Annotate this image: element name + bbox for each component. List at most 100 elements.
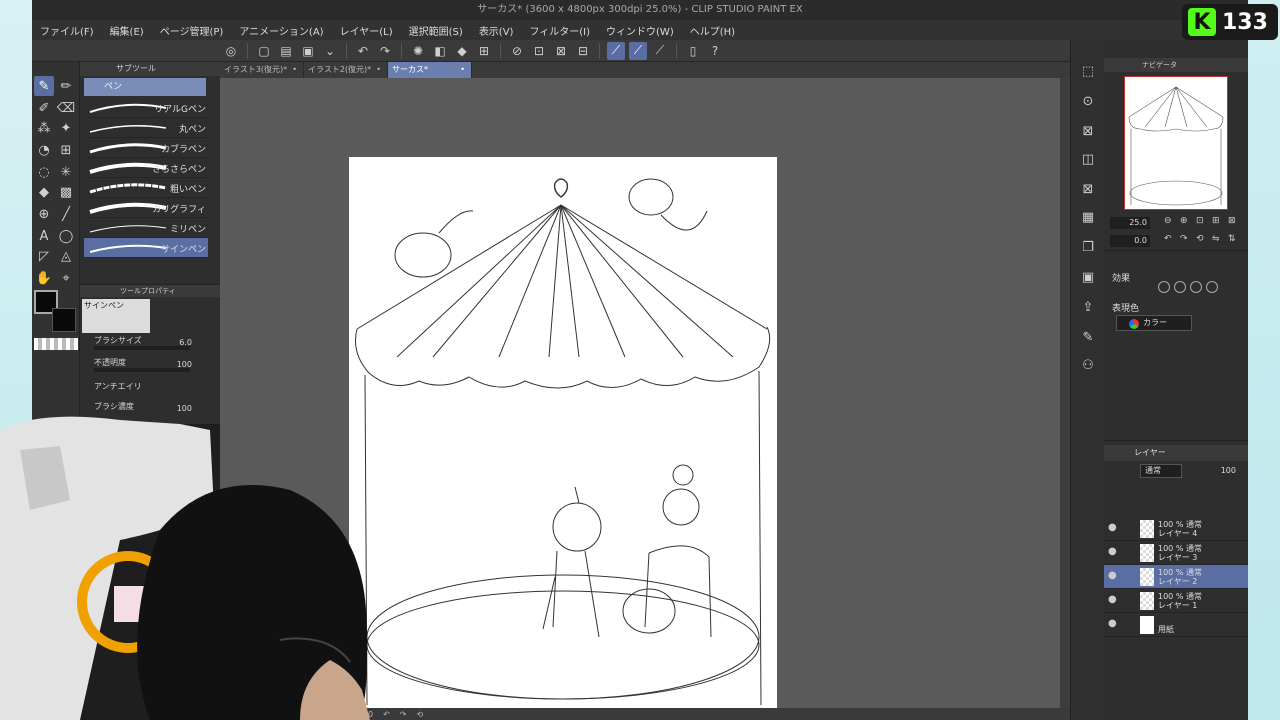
- zoom-out-icon[interactable]: ⊖: [1164, 216, 1176, 228]
- text-tool-icon[interactable]: A: [34, 226, 54, 246]
- magic-wand-icon[interactable]: ✳: [56, 162, 76, 182]
- tab-illust2[interactable]: イラスト2(復元)* •: [304, 62, 388, 78]
- menu-view[interactable]: 表示(V): [479, 23, 514, 38]
- deselect-icon[interactable]: ⊘: [508, 42, 526, 60]
- ruler-tool-icon[interactable]: ◬: [56, 246, 76, 266]
- pencil-tool-icon[interactable]: ✏: [56, 76, 76, 96]
- brush-item[interactable]: リアルGペン: [84, 98, 208, 118]
- rotate-left-icon[interactable]: ↶: [383, 710, 390, 719]
- brush-item[interactable]: カリグラフィ: [84, 198, 208, 218]
- camera-icon[interactable]: ◫: [1077, 148, 1099, 170]
- transparent-color-swatch[interactable]: [34, 338, 78, 350]
- subtool-group-pen[interactable]: ペン: [84, 78, 206, 96]
- person-icon[interactable]: ⚇: [1077, 354, 1099, 376]
- brush-size-row[interactable]: ブラシサイズ 6.0: [82, 333, 208, 353]
- close-panel-icon[interactable]: ⊠: [1077, 120, 1099, 142]
- clear-icon[interactable]: ✺: [409, 42, 427, 60]
- gradient-tool-icon[interactable]: ▩: [56, 182, 76, 202]
- brush-item[interactable]: 丸ペン: [84, 118, 208, 138]
- redo-icon[interactable]: ↷: [376, 42, 394, 60]
- actual-size-icon[interactable]: ⊞: [1212, 216, 1224, 228]
- close-icon[interactable]: •: [376, 62, 381, 78]
- export-icon[interactable]: ⇪: [1077, 296, 1099, 318]
- brush-item[interactable]: さらさらペン: [84, 158, 208, 178]
- brush-item-selected[interactable]: サインペン: [84, 238, 208, 258]
- navigator-thumbnail[interactable]: [1124, 76, 1228, 210]
- clip-studio-icon[interactable]: ◎: [222, 42, 240, 60]
- save-icon[interactable]: ▣: [299, 42, 317, 60]
- flip-horizontal-icon[interactable]: ⇋: [1212, 234, 1224, 246]
- fill-icon[interactable]: ◆: [453, 42, 471, 60]
- new-file-icon[interactable]: ▢: [255, 42, 273, 60]
- eye-icon[interactable]: ●: [1108, 618, 1117, 629]
- brush-tool-icon[interactable]: ✐: [34, 98, 54, 118]
- menu-animation[interactable]: アニメーション(A): [239, 23, 323, 38]
- pen-tool-icon[interactable]: ✎: [34, 76, 54, 96]
- blend-mode-select[interactable]: 通常: [1140, 464, 1182, 478]
- opacity-row[interactable]: 不透明度 100: [82, 355, 208, 375]
- tab-circus[interactable]: サーカス* •: [388, 62, 472, 78]
- material-icon[interactable]: ⬚: [1077, 60, 1099, 82]
- menu-file[interactable]: ファイル(F): [40, 23, 94, 38]
- close-icon[interactable]: •: [460, 62, 465, 78]
- drawing-canvas[interactable]: [349, 157, 777, 720]
- layer-row[interactable]: ● 100 % 通常 レイヤー 4: [1104, 517, 1248, 541]
- fit-icon[interactable]: ⊡: [1196, 216, 1208, 228]
- menu-layer[interactable]: レイヤー(L): [340, 23, 393, 38]
- snap-special-ruler-icon[interactable]: ⟋: [629, 41, 647, 60]
- eye-icon[interactable]: ●: [1108, 522, 1117, 533]
- crop-icon[interactable]: ⊠: [552, 42, 570, 60]
- tone-effect-icon[interactable]: [1174, 281, 1186, 293]
- rotate-right-icon[interactable]: ↷: [400, 710, 407, 719]
- show-selection-icon[interactable]: ⊟: [574, 42, 592, 60]
- remove-icon[interactable]: ⊠: [1077, 178, 1099, 200]
- expression-color-select[interactable]: カラー: [1116, 315, 1192, 331]
- tab-illust3[interactable]: イラスト3(復元)* •: [220, 62, 304, 78]
- zoom-value[interactable]: 25.0: [1110, 217, 1150, 229]
- close-icon[interactable]: •: [292, 62, 297, 78]
- flip-vertical-icon[interactable]: ⇅: [1228, 234, 1240, 246]
- layer-opacity-value[interactable]: 100: [1221, 466, 1236, 475]
- edit-icon[interactable]: ✎: [1077, 326, 1099, 348]
- brush-item[interactable]: 粗いペン: [84, 178, 208, 198]
- extract-line-icon[interactable]: [1190, 281, 1202, 293]
- assist-icon[interactable]: ?: [706, 42, 724, 60]
- layer-icon[interactable]: ▣: [1077, 266, 1099, 288]
- menu-selection[interactable]: 選択範囲(S): [409, 23, 463, 38]
- layer-row[interactable]: ● 100 % 通常 レイヤー 1: [1104, 589, 1248, 613]
- line-tool-icon[interactable]: ╱: [56, 204, 76, 224]
- border-effect-icon[interactable]: [1158, 281, 1170, 293]
- layer-row-paper[interactable]: ● 用紙: [1104, 613, 1248, 637]
- menu-filter[interactable]: フィルター(I): [529, 23, 590, 38]
- layer-color-icon[interactable]: [1206, 281, 1218, 293]
- sparkle-tool-icon[interactable]: ✦: [56, 118, 76, 138]
- snap-ruler-icon[interactable]: ⟋: [607, 41, 625, 60]
- brush-size-slider[interactable]: [94, 346, 190, 350]
- search-icon[interactable]: ⊙: [1077, 90, 1099, 112]
- decoration-tool-icon[interactable]: ⁂: [34, 118, 54, 138]
- fit-window-icon[interactable]: ⊠: [1228, 216, 1240, 228]
- fill-tool-icon[interactable]: ◆: [34, 182, 54, 202]
- menu-edit[interactable]: 編集(E): [110, 23, 144, 38]
- invert-selection-icon[interactable]: ⊡: [530, 42, 548, 60]
- zoom-in-icon[interactable]: ⊕: [1180, 216, 1192, 228]
- undo-icon[interactable]: ↶: [354, 42, 372, 60]
- canvas-vertical-scrollbar[interactable]: [1060, 78, 1070, 708]
- grid-tool-icon[interactable]: ⊞: [56, 140, 76, 160]
- brush-item[interactable]: ミリペン: [84, 218, 208, 238]
- balloon-tool-icon[interactable]: ◯: [56, 226, 76, 246]
- eye-icon[interactable]: ●: [1108, 594, 1117, 605]
- brush-item[interactable]: カブラペン: [84, 138, 208, 158]
- lasso-tool-icon[interactable]: ◌: [34, 162, 54, 182]
- clear-outside-icon[interactable]: ◧: [431, 42, 449, 60]
- device-icon[interactable]: ▯: [684, 42, 702, 60]
- eye-icon[interactable]: ●: [1108, 570, 1117, 581]
- copy-icon[interactable]: ❐: [1077, 236, 1099, 258]
- menu-window[interactable]: ウィンドウ(W): [606, 23, 674, 38]
- rotate-right-icon[interactable]: ↷: [1180, 234, 1192, 246]
- move-tool-icon[interactable]: ◸: [34, 246, 54, 266]
- menu-help[interactable]: ヘルプ(H): [690, 23, 735, 38]
- eraser-tool-icon[interactable]: ⌫: [56, 98, 76, 118]
- transform-icon[interactable]: ⊞: [475, 42, 493, 60]
- reset-rotation-icon[interactable]: ⟲: [1196, 234, 1208, 246]
